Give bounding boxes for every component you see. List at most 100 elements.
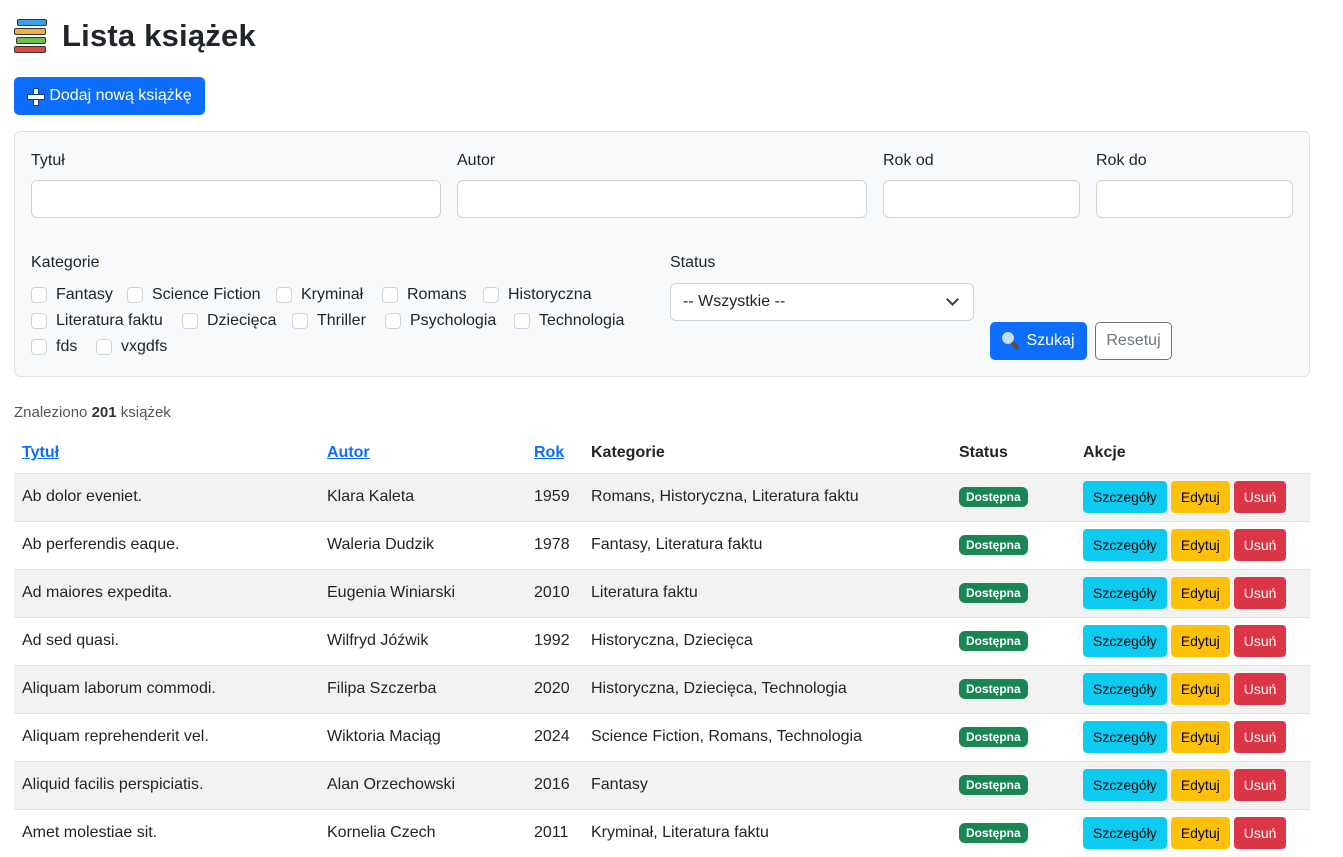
- status-cell: Dostępna: [951, 713, 1075, 762]
- status-cell: Dostępna: [951, 809, 1075, 857]
- status-badge: Dostępna: [959, 535, 1028, 555]
- edit-button[interactable]: Edytuj: [1170, 769, 1230, 801]
- book-categories: Literatura faktu: [583, 569, 951, 618]
- status-cell: Dostępna: [951, 761, 1075, 810]
- checkbox-square[interactable]: [385, 313, 401, 329]
- category-label: Thriller: [317, 312, 366, 329]
- checkbox-square[interactable]: [276, 287, 292, 303]
- search-label: Szukaj: [1026, 332, 1075, 349]
- category-label: Romans: [407, 286, 467, 303]
- details-button[interactable]: Szczegóły: [1083, 721, 1167, 753]
- search-button[interactable]: Szukaj: [990, 322, 1087, 360]
- author-filter-input[interactable]: [457, 180, 867, 218]
- book-categories: Fantasy: [583, 761, 951, 810]
- table-row: Aliquam reprehenderit vel. Wiktoria Macią…: [14, 713, 1310, 762]
- title-filter-input[interactable]: [31, 180, 441, 218]
- category-checkbox-fantasy[interactable]: Fantasy: [31, 285, 113, 305]
- status-cell: Dostępna: [951, 569, 1075, 618]
- details-button[interactable]: Szczegóły: [1083, 625, 1167, 657]
- delete-button[interactable]: Usuń: [1233, 721, 1287, 753]
- table-row: Ab perferendis eaque. Waleria Dudzik 1978 F…: [14, 521, 1310, 570]
- add-book-label: Dodaj nową książkę: [49, 87, 192, 104]
- sort-by-author-link[interactable]: Autor: [319, 433, 526, 474]
- status-header: Status: [951, 433, 1075, 474]
- edit-button[interactable]: Edytuj: [1170, 625, 1230, 657]
- status-select[interactable]: -- Wszystkie --: [670, 283, 974, 321]
- details-button[interactable]: Szczegóły: [1083, 817, 1167, 849]
- results-prefix: Znaleziono: [14, 404, 88, 421]
- delete-button[interactable]: Usuń: [1233, 625, 1287, 657]
- table-header-row: Tytuł Autor Rok Kategorie Status Akcje: [14, 433, 1310, 474]
- edit-button[interactable]: Edytuj: [1170, 481, 1230, 513]
- book-categories: Science Fiction, Romans, Technologia: [583, 713, 951, 762]
- status-badge: Dostępna: [959, 631, 1028, 651]
- delete-button[interactable]: Usuń: [1233, 577, 1287, 609]
- category-checkbox-vxgdfs[interactable]: vxgdfs: [96, 337, 167, 357]
- book-author: Kornelia Czech: [319, 809, 526, 857]
- table-row: Amet molestiae sit. Kornelia Czech 2011 Kry…: [14, 809, 1310, 857]
- checkbox-square[interactable]: [31, 313, 47, 329]
- sort-by-title-link[interactable]: Tytuł: [14, 433, 319, 474]
- status-cell: Dostępna: [951, 521, 1075, 570]
- category-checkbox-psychologia[interactable]: Psychologia: [385, 311, 496, 331]
- categories-label: Kategorie: [31, 254, 100, 271]
- actions-cell: Szczegóły Edytuj Usuń: [1075, 713, 1310, 762]
- edit-button[interactable]: Edytuj: [1170, 721, 1230, 753]
- category-checkbox-literatura-faktu[interactable]: Literatura faktu: [31, 311, 163, 331]
- checkbox-square[interactable]: [514, 313, 530, 329]
- status-badge: Dostępna: [959, 727, 1028, 747]
- category-checkbox-historyczna[interactable]: Historyczna: [483, 285, 592, 305]
- filter-form: Tytuł Autor Rok od Rok do Kategorie Fant…: [14, 131, 1310, 377]
- reset-button[interactable]: Resetuj: [1095, 322, 1172, 360]
- books-table: Tytuł Autor Rok Kategorie Status Akcje A…: [14, 433, 1310, 857]
- edit-button[interactable]: Edytuj: [1170, 673, 1230, 705]
- book-year: 2010: [526, 569, 583, 618]
- checkbox-square[interactable]: [483, 287, 499, 303]
- details-button[interactable]: Szczegóły: [1083, 529, 1167, 561]
- category-checkbox-dziecieca[interactable]: Dziecięca: [182, 311, 276, 331]
- book-categories: Kryminał, Literatura faktu: [583, 809, 951, 857]
- checkbox-square[interactable]: [182, 313, 198, 329]
- category-label: Fantasy: [56, 286, 113, 303]
- category-checkbox-science-fiction[interactable]: Science Fiction: [127, 285, 261, 305]
- edit-button[interactable]: Edytuj: [1170, 817, 1230, 849]
- category-checkbox-kryminal[interactable]: Kryminał: [276, 285, 363, 305]
- status-badge: Dostępna: [959, 823, 1028, 843]
- checkbox-square[interactable]: [382, 287, 398, 303]
- year-to-input[interactable]: [1096, 180, 1293, 218]
- delete-button[interactable]: Usuń: [1233, 769, 1287, 801]
- edit-button[interactable]: Edytuj: [1170, 577, 1230, 609]
- book-year: 2020: [526, 665, 583, 714]
- category-checkbox-technologia[interactable]: Technologia: [514, 311, 624, 331]
- details-button[interactable]: Szczegóły: [1083, 481, 1167, 513]
- actions-cell: Szczegóły Edytuj Usuń: [1075, 569, 1310, 618]
- status-selected-value: -- Wszystkie --: [683, 293, 786, 310]
- book-author: Waleria Dudzik: [319, 521, 526, 570]
- year-from-input[interactable]: [883, 180, 1080, 218]
- checkbox-square[interactable]: [127, 287, 143, 303]
- category-checkbox-thriller[interactable]: Thriller: [292, 311, 366, 331]
- results-suffix: książek: [120, 404, 171, 421]
- edit-button[interactable]: Edytuj: [1170, 529, 1230, 561]
- chevron-down-icon: [946, 293, 959, 306]
- category-label: Technologia: [539, 312, 625, 329]
- delete-button[interactable]: Usuń: [1233, 481, 1287, 513]
- delete-button[interactable]: Usuń: [1233, 817, 1287, 849]
- delete-button[interactable]: Usuń: [1233, 673, 1287, 705]
- category-checkbox-romans[interactable]: Romans: [382, 285, 467, 305]
- category-checkbox-fds[interactable]: fds: [31, 337, 77, 357]
- details-button[interactable]: Szczegóły: [1083, 577, 1167, 609]
- book-year: 2024: [526, 713, 583, 762]
- checkbox-square[interactable]: [31, 339, 47, 355]
- sort-by-year-link[interactable]: Rok: [526, 433, 583, 474]
- details-button[interactable]: Szczegóły: [1083, 673, 1167, 705]
- add-book-button[interactable]: Dodaj nową książkę: [14, 77, 205, 115]
- delete-button[interactable]: Usuń: [1233, 529, 1287, 561]
- checkbox-square[interactable]: [31, 287, 47, 303]
- book-author: Klara Kaleta: [319, 473, 526, 522]
- details-button[interactable]: Szczegóły: [1083, 769, 1167, 801]
- category-label: Literatura faktu: [56, 312, 163, 329]
- table-row: Aliquid facilis perspiciatis. Alan Orzech…: [14, 761, 1310, 810]
- checkbox-square[interactable]: [96, 339, 112, 355]
- checkbox-square[interactable]: [292, 313, 308, 329]
